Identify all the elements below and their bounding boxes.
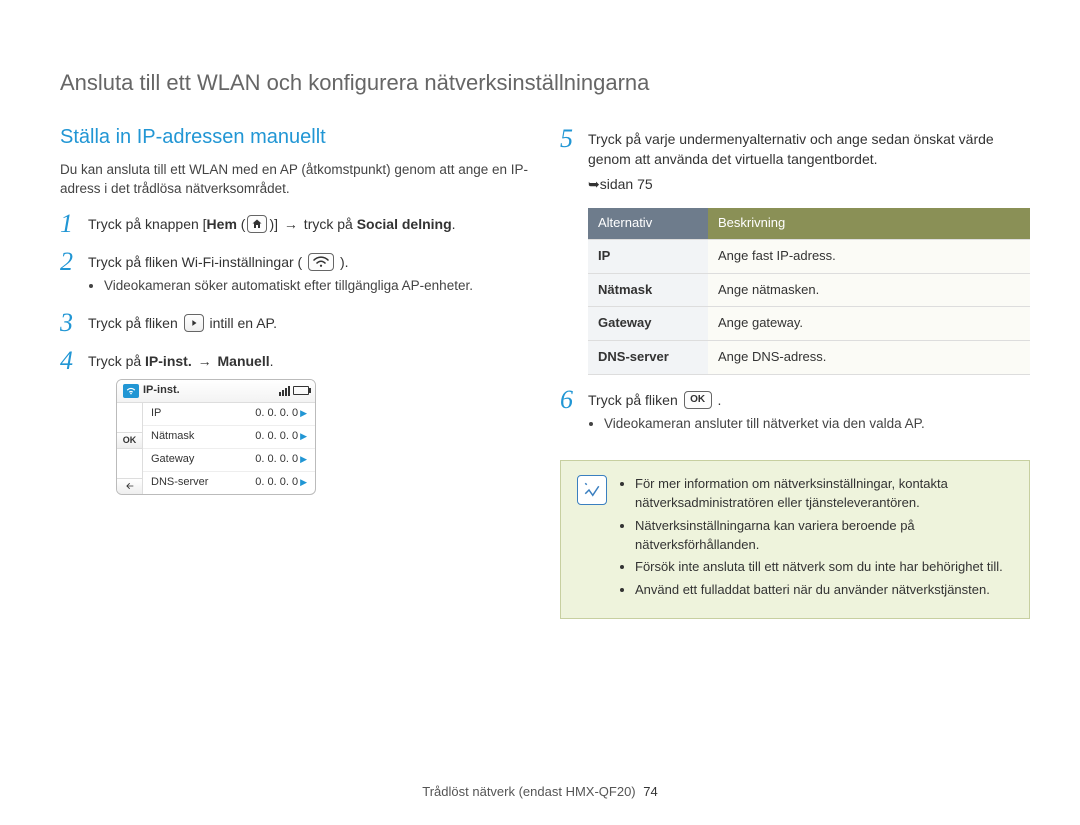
device-setting-row[interactable]: Nätmask0. 0. 0. 0▶ [143, 425, 315, 448]
chevron-right-icon: ▶ [300, 430, 307, 443]
note-item: Nätverksinställningarna kan variera bero… [635, 517, 1013, 555]
table-header: Alternativ [588, 208, 708, 239]
step: 3Tryck på fliken intill en AP. [60, 310, 530, 336]
table-row: IPAnge fast IP-adress. [588, 239, 1030, 273]
page-footer: Trådlöst nätverk (endast HMX-QF20) 74 [0, 784, 1080, 799]
table-row: NätmaskAnge nätmasken. [588, 273, 1030, 307]
footer-section: Trådlöst nätverk (endast HMX-QF20) [422, 784, 635, 799]
step-number: 1 [60, 211, 78, 237]
device-back-button[interactable] [117, 478, 142, 494]
step-number: 2 [60, 249, 78, 275]
right-column: 5Tryck på varje undermenyalternativ och … [560, 126, 1030, 619]
chevron-right-icon: ▶ [300, 476, 307, 489]
device-setting-row[interactable]: Gateway0. 0. 0. 0▶ [143, 448, 315, 471]
notes-box: För mer information om nätverksinställni… [560, 460, 1030, 619]
note-item: Försök inte ansluta till ett nätverk som… [635, 558, 1013, 577]
page-number: 74 [643, 784, 657, 799]
table-row: DNS-serverAnge DNS-adress. [588, 341, 1030, 375]
step-number: 3 [60, 310, 78, 336]
device-setting-row[interactable]: IP0. 0. 0. 0▶ [143, 403, 315, 425]
device-ok-button[interactable]: OK [117, 432, 142, 448]
home-icon [247, 216, 267, 234]
device-preview: IP-inst. OKIP0. 0. 0. 0▶Nätmask0. 0. 0. 0… [116, 379, 316, 495]
battery-icon [293, 386, 309, 395]
steps-right: 5Tryck på varje undermenyalternativ och … [560, 126, 1030, 436]
note-list: För mer information om nätverksinställni… [635, 475, 1013, 604]
arrow-right-icon: → [196, 351, 214, 371]
table-row: GatewayAnge gateway. [588, 307, 1030, 341]
ok-button-icon: OK [684, 392, 712, 410]
step-number: 4 [60, 348, 78, 374]
device-setting-row[interactable]: DNS-server0. 0. 0. 0▶ [143, 471, 315, 494]
step: 6Tryck på fliken OK .Videokameran anslut… [560, 387, 1030, 436]
table-header: Beskrivning [708, 208, 1030, 239]
section-title: Ställa in IP-adressen manuellt [60, 126, 530, 149]
signal-icon [279, 386, 291, 396]
step: 2Tryck på fliken Wi-Fi-inställningar ( )… [60, 249, 530, 298]
chevron-right-icon [184, 315, 204, 333]
chevron-right-icon: ▶ [300, 453, 307, 466]
step-number: 5 [560, 126, 578, 152]
step: 4Tryck på IP-inst. → Manuell.IP-inst.OKI… [60, 348, 530, 495]
left-column: Ställa in IP-adressen manuellt Du kan an… [60, 126, 530, 619]
note-icon [577, 475, 607, 505]
chevron-right-icon: ▶ [300, 407, 307, 420]
wifi-settings-icon [308, 254, 334, 272]
intro-text: Du kan ansluta till ett WLAN med en AP (… [60, 161, 530, 199]
page-title: Ansluta till ett WLAN och konfigurera nä… [60, 70, 1030, 96]
note-item: För mer information om nätverksinställni… [635, 475, 1013, 513]
arrow-right-icon: → [282, 214, 300, 234]
wifi-icon [123, 384, 139, 398]
options-table: AlternativBeskrivningIPAnge fast IP-adre… [588, 208, 1030, 375]
note-item: Använd ett fulladdat batteri när du anvä… [635, 581, 1013, 600]
device-screen-title: IP-inst. [143, 383, 275, 399]
page-reference: ➥sidan 75 [588, 174, 1030, 194]
step: 1Tryck på knappen [Hem ()] → tryck på So… [60, 211, 530, 237]
step: 5Tryck på varje undermenyalternativ och … [560, 126, 1030, 375]
step-number: 6 [560, 387, 578, 413]
steps-left: 1Tryck på knappen [Hem ()] → tryck på So… [60, 211, 530, 495]
